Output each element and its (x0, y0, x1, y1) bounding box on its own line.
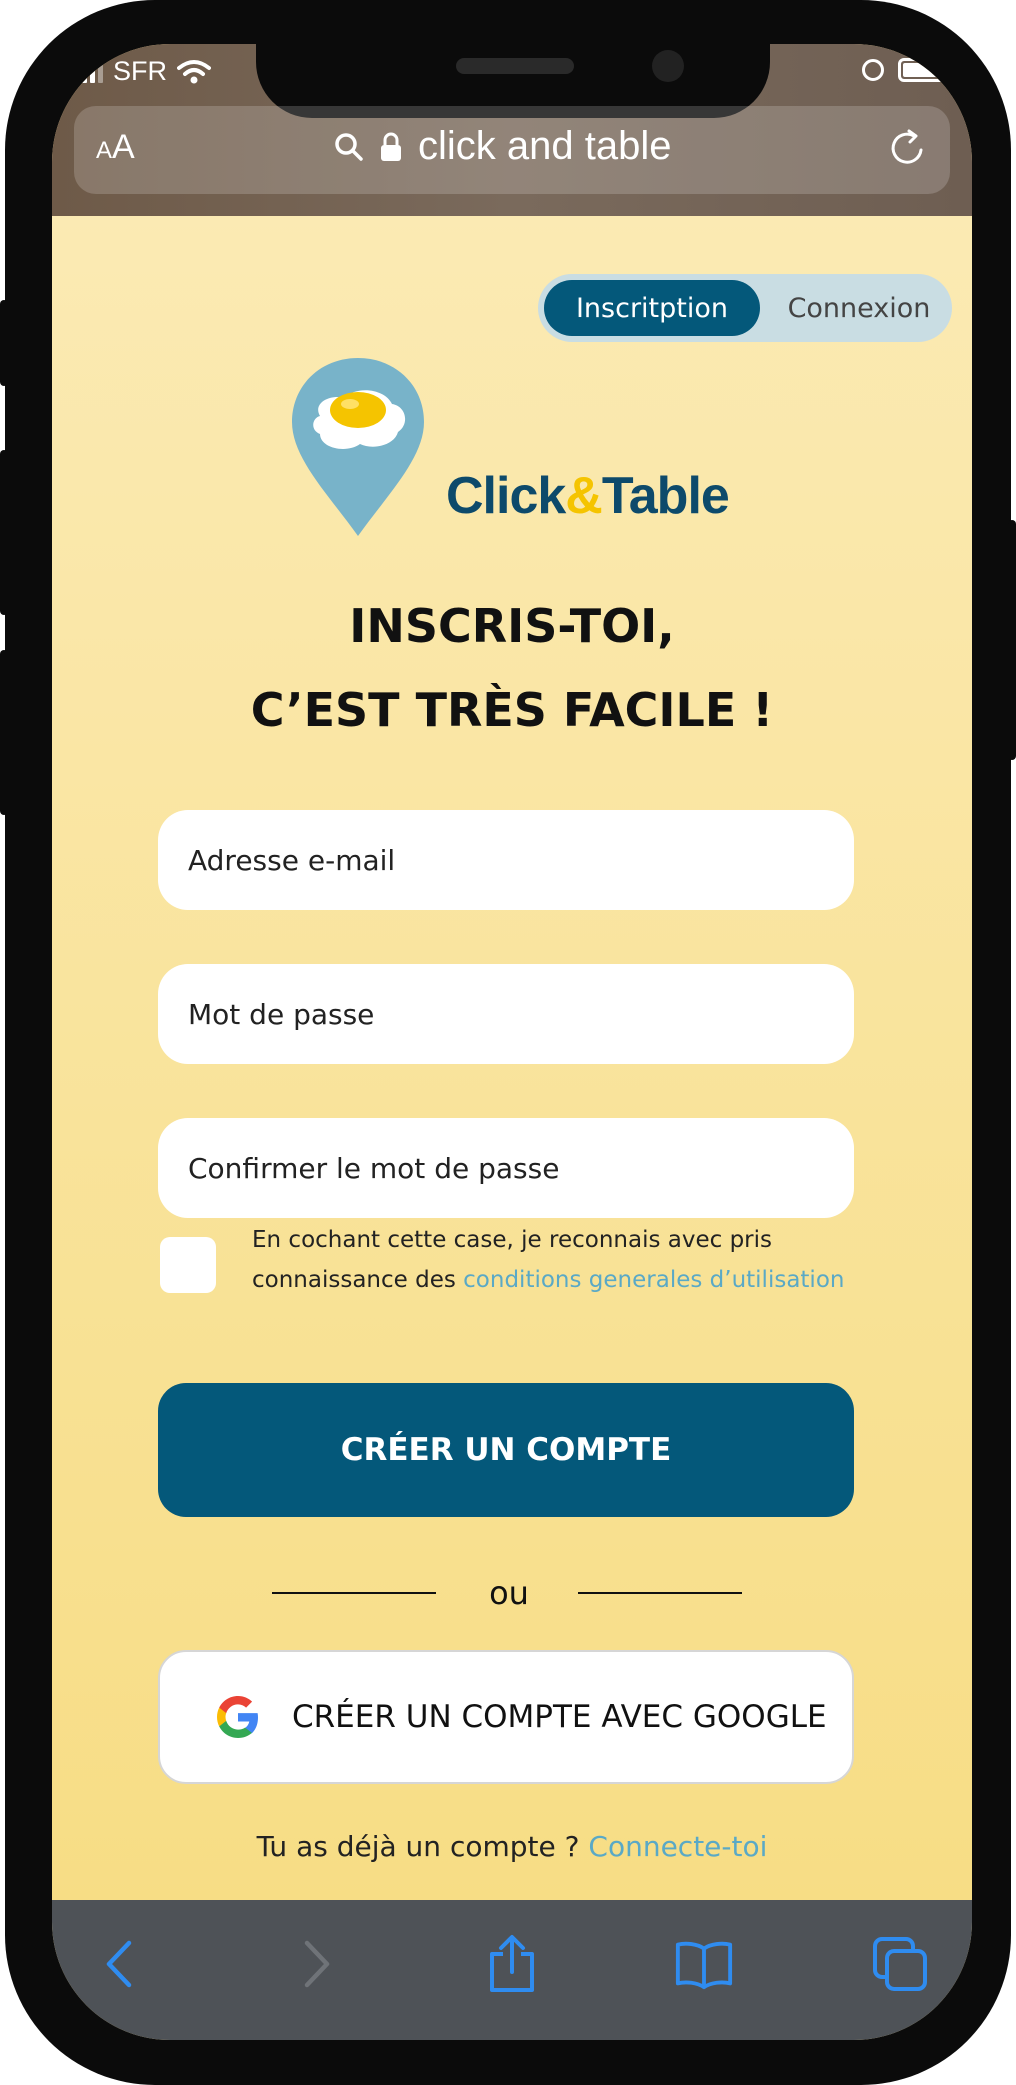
mute-switch (0, 300, 8, 386)
password-field[interactable]: Mot de passe (158, 964, 854, 1064)
reload-icon[interactable] (888, 128, 928, 168)
bookmarks-icon (675, 1941, 733, 1990)
back-button[interactable] (90, 1934, 150, 1994)
login-prompt: Tu as déjà un compte ? Connecte-toi (256, 1830, 768, 1863)
tab-login[interactable]: Connexion (774, 280, 944, 336)
alarm-icon (862, 59, 884, 81)
battery-icon (898, 58, 950, 82)
forward-icon (304, 1940, 330, 1988)
phone-frame: SFR AA click and table Inscritption Conn… (0, 0, 1016, 2085)
browser-chrome: SFR AA click and table (52, 44, 972, 216)
camera (652, 50, 684, 82)
bookmarks-button[interactable] (674, 1934, 734, 1994)
divider-line-left (272, 1592, 436, 1594)
page-title: INSCRIS-TOI, C’EST TRÈS FACILE ! (250, 599, 774, 737)
share-icon (490, 1935, 534, 1992)
status-right (862, 58, 950, 82)
power-button (1008, 520, 1016, 760)
tab-signup[interactable]: Inscritption (544, 280, 760, 336)
share-button[interactable] (482, 1934, 542, 1994)
status-left: SFR (74, 56, 211, 87)
volume-down-button (0, 650, 8, 815)
address-bar[interactable]: AA click and table (74, 106, 950, 194)
browser-toolbar (52, 1900, 972, 2040)
email-placeholder: Adresse e-mail (188, 843, 396, 877)
screen: SFR AA click and table Inscritption Conn… (52, 44, 972, 2040)
volume-up-button (0, 450, 8, 615)
signup-page: Inscritption Connexion Click&Table INSCR… (52, 216, 972, 1900)
forward-button[interactable] (286, 1934, 346, 1994)
email-field[interactable]: Adresse e-mail (158, 810, 854, 910)
google-signup-button[interactable]: CRÉER UN COMPTE AVEC GOOGLE (158, 1650, 854, 1784)
google-icon (217, 1696, 258, 1738)
location-pin-logo (292, 358, 424, 536)
back-icon (106, 1940, 132, 1988)
confirm-password-field[interactable]: Confirmer le mot de passe (158, 1118, 854, 1218)
lock-icon (381, 132, 401, 161)
url-text: click and table (418, 124, 672, 168)
login-link[interactable]: Connecte-toi (588, 1830, 767, 1863)
tabs-button[interactable] (870, 1934, 930, 1994)
auth-toggle: Inscritption Connexion (538, 274, 952, 342)
wifi-icon (177, 59, 211, 83)
tabs-icon (873, 1937, 927, 1991)
or-divider: ou (272, 1572, 742, 1612)
or-label: ou (489, 1574, 529, 1612)
brand-wordmark: Click&Table (446, 467, 730, 525)
divider-line-right (578, 1592, 742, 1594)
text-size-button[interactable]: AA (96, 128, 135, 167)
speaker (456, 58, 574, 74)
carrier-label: SFR (113, 56, 167, 86)
terms-text: En cochant cette case, je reconnais avec… (252, 1227, 845, 1293)
terms-checkbox[interactable] (160, 1237, 216, 1293)
password-placeholder: Mot de passe (188, 997, 375, 1031)
search-icon (335, 132, 363, 161)
url-display[interactable]: click and table (334, 124, 671, 169)
terms-link[interactable]: conditions generales d’utilisation (463, 1267, 844, 1293)
signal-icon (74, 60, 103, 83)
create-account-button[interactable]: CRÉER UN COMPTE (158, 1383, 854, 1517)
confirm-password-placeholder: Confirmer le mot de passe (188, 1151, 560, 1185)
